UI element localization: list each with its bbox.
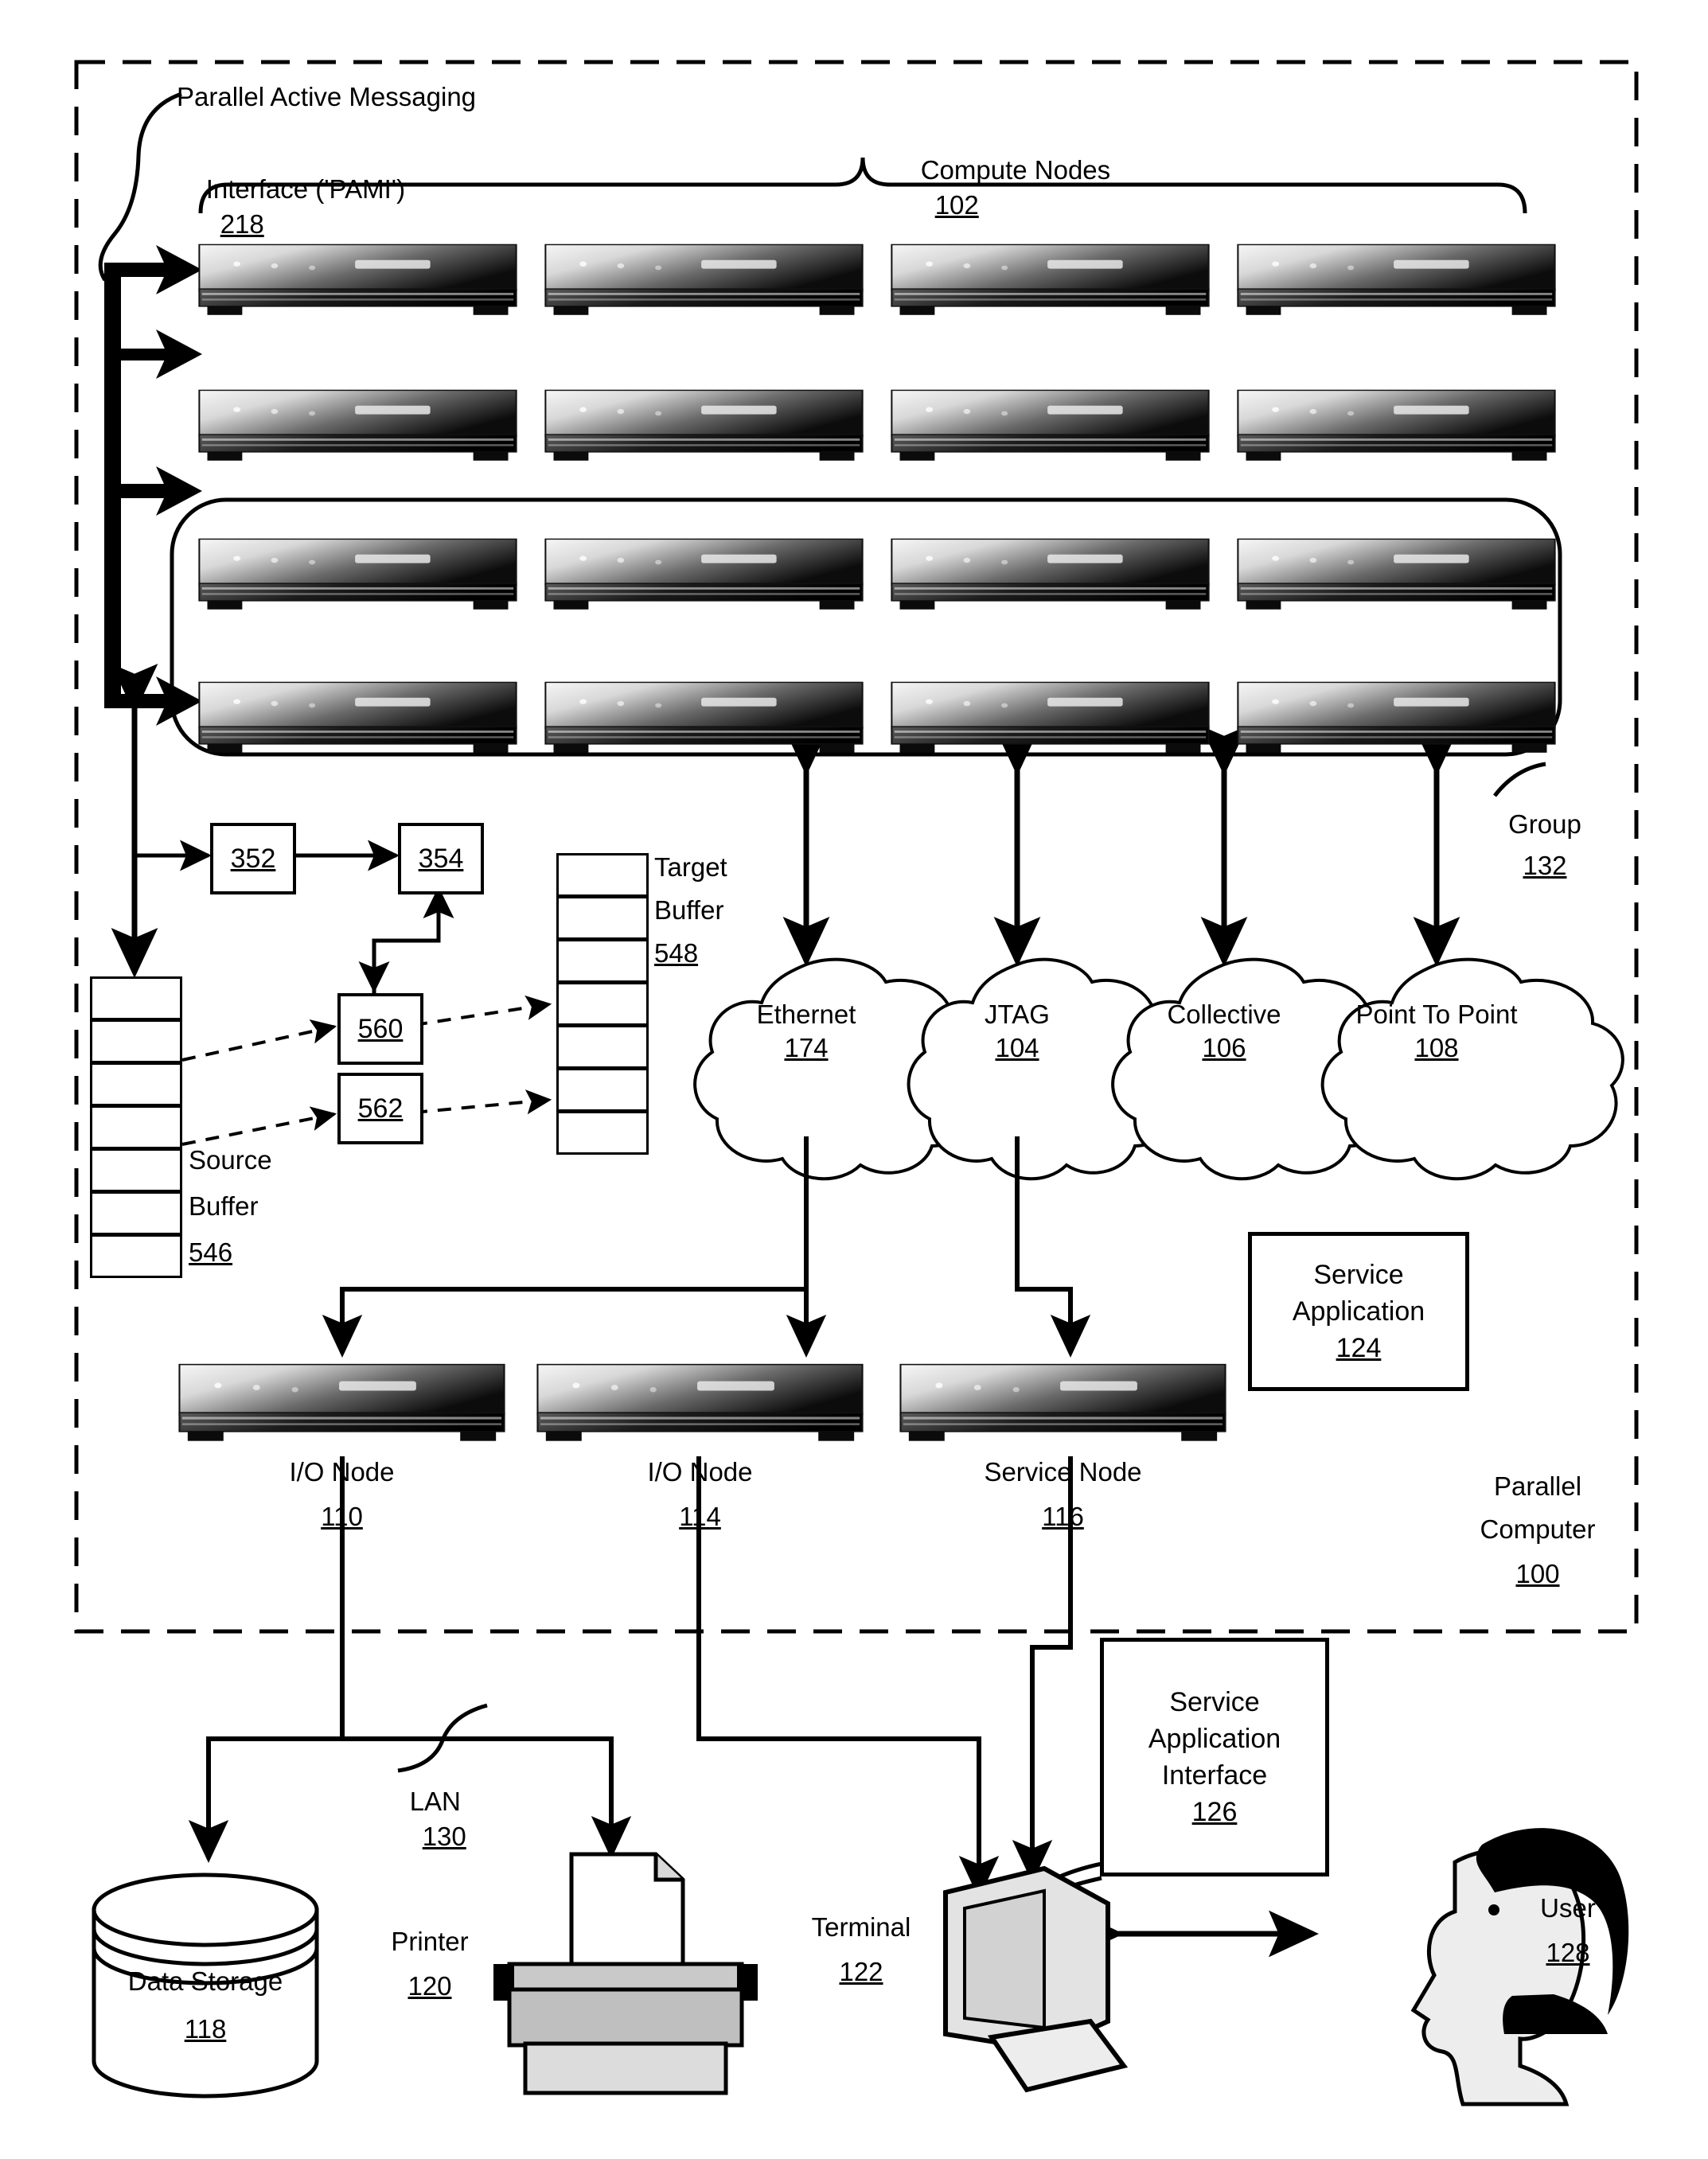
terminal-label: Terminal [811, 1912, 911, 1942]
data-storage-label: Data Storage [127, 1966, 283, 1996]
target-buffer-ref: 548 [654, 938, 699, 968]
target-buffer-cell [556, 939, 649, 983]
io-node-110-ref: 110 [321, 1502, 363, 1531]
data-storage-ref: 118 [184, 2014, 227, 2044]
io-node-114-label: I/O Node [647, 1457, 753, 1487]
context-box-352[interactable]: 352 [210, 823, 296, 894]
network-jtag-ref: 104 [995, 1033, 1039, 1062]
sai-line1: Service [1169, 1687, 1260, 1717]
source-buffer-cell [90, 1105, 182, 1149]
printer-ref: 120 [408, 1971, 452, 2001]
service-application-interface-box[interactable]: Service Application Interface 126 [1100, 1638, 1329, 1876]
io-node-110-label: I/O Node [289, 1457, 395, 1487]
service-node-116-icon [899, 1363, 1226, 1442]
network-point-to-point-label: Point To Point [1355, 1000, 1518, 1029]
pami-label-line1: Parallel Active Messaging [177, 82, 477, 111]
compute-nodes-ref: 102 [934, 190, 979, 220]
target-buffer-cell [556, 1068, 649, 1112]
sai-line3: Interface [1161, 1760, 1268, 1791]
service-application-line2: Application [1292, 1296, 1425, 1327]
figure-linework [74, 60, 1639, 2106]
sai-ref: 126 [1191, 1797, 1238, 1827]
source-buffer-cell [90, 1191, 182, 1235]
network-collective-label: Collective [1167, 1000, 1281, 1029]
network-point-to-point-ref: 108 [1414, 1033, 1459, 1062]
io-node-110-icon [178, 1363, 505, 1442]
network-ethernet-ref: 174 [784, 1033, 829, 1062]
printer-label: Printer [391, 1927, 469, 1956]
context-box-354-label: 354 [418, 843, 464, 874]
source-buffer [90, 976, 182, 1279]
target-buffer-cell [556, 1025, 649, 1069]
target-buffer [556, 853, 649, 1155]
lan-label: LAN 130 [380, 1749, 466, 1889]
context-box-562-label: 562 [357, 1093, 404, 1124]
network-ethernet-label: Ethernet [756, 1000, 856, 1029]
service-application-box[interactable]: Service Application 124 [1248, 1232, 1469, 1391]
target-buffer-cell [556, 853, 649, 897]
sai-line2: Application [1148, 1724, 1281, 1754]
source-buffer-cell [90, 1234, 182, 1278]
context-box-560-label: 560 [357, 1013, 404, 1044]
user-label: User [1540, 1893, 1596, 1923]
group-ref: 132 [1523, 851, 1567, 880]
pami-label-line2: Interface ('PAMI') 218 [177, 137, 405, 277]
user-ref: 128 [1546, 1938, 1590, 1967]
source-buffer-ref: 546 [189, 1237, 233, 1267]
source-buffer-label-line1: Source [189, 1145, 272, 1175]
target-buffer-cell [556, 896, 649, 940]
service-node-116-label: Service Node [984, 1457, 1142, 1487]
service-node-116-ref: 116 [1042, 1502, 1084, 1531]
printer-icon [493, 1852, 758, 2095]
service-application-ref: 124 [1336, 1333, 1382, 1363]
context-box-560[interactable]: 560 [337, 993, 423, 1065]
network-collective[interactable]: Collective 106 [1137, 998, 1312, 1065]
network-jtag-label: JTAG [985, 1000, 1050, 1029]
network-collective-ref: 106 [1202, 1033, 1246, 1062]
patent-figure: 352 354 560 562 Source Buffer 546 Target… [0, 0, 1708, 2159]
source-buffer-label-line2: Buffer [189, 1191, 259, 1221]
source-buffer-cell [90, 1019, 182, 1063]
source-buffer-cell [90, 1148, 182, 1192]
target-buffer-label-line2: Buffer [654, 895, 724, 925]
io-node-114-icon [536, 1363, 864, 1442]
pami-label-line2-text: Interface ('PAMI') [205, 174, 406, 204]
context-box-562[interactable]: 562 [337, 1073, 423, 1144]
parallel-computer-label-line2: Computer [1480, 1514, 1596, 1544]
parallel-computer-ref: 100 [1515, 1559, 1560, 1588]
lan-label-text: LAN [409, 1787, 461, 1816]
compute-nodes-label: Compute Nodes 102 [891, 118, 1110, 258]
target-buffer-label-line1: Target [654, 852, 727, 882]
source-buffer-cell [90, 1062, 182, 1106]
target-buffer-cell [556, 982, 649, 1026]
pami-ref: 218 [220, 209, 264, 239]
network-jtag[interactable]: JTAG 104 [930, 998, 1105, 1065]
group-label: Group [1508, 809, 1581, 839]
crt-computer-icon [943, 1865, 1129, 2093]
io-node-114-ref: 114 [679, 1502, 721, 1531]
compute-nodes-label-text: Compute Nodes [920, 155, 1111, 185]
terminal-ref: 122 [839, 1957, 883, 1986]
target-buffer-cell [556, 1111, 649, 1155]
context-box-354[interactable]: 354 [398, 823, 484, 894]
context-box-352-label: 352 [230, 843, 276, 874]
network-point-to-point[interactable]: Point To Point 108 [1331, 998, 1542, 1065]
parallel-computer-label-line1: Parallel [1493, 1471, 1582, 1501]
service-application-line1: Service [1313, 1260, 1404, 1290]
network-ethernet[interactable]: Ethernet 174 [719, 998, 894, 1065]
lan-ref: 130 [422, 1822, 466, 1851]
source-buffer-cell [90, 976, 182, 1020]
